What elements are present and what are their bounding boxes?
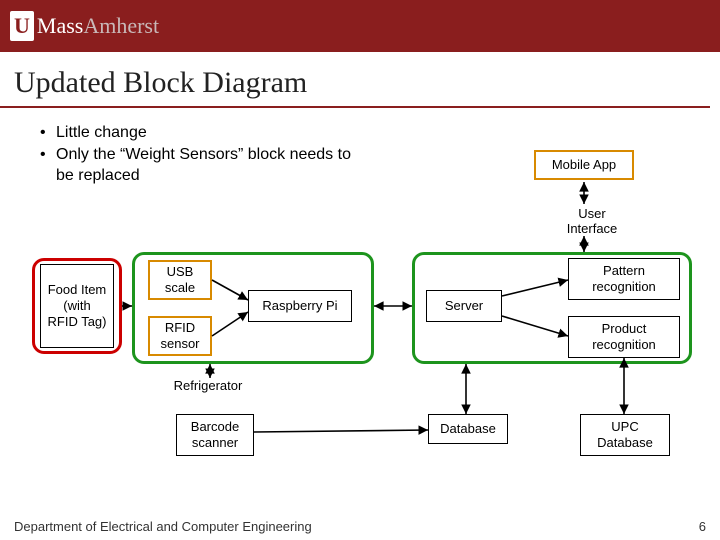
page-number: 6 [699,519,706,534]
footer-text: Department of Electrical and Computer En… [14,519,312,534]
connectors [0,0,720,540]
